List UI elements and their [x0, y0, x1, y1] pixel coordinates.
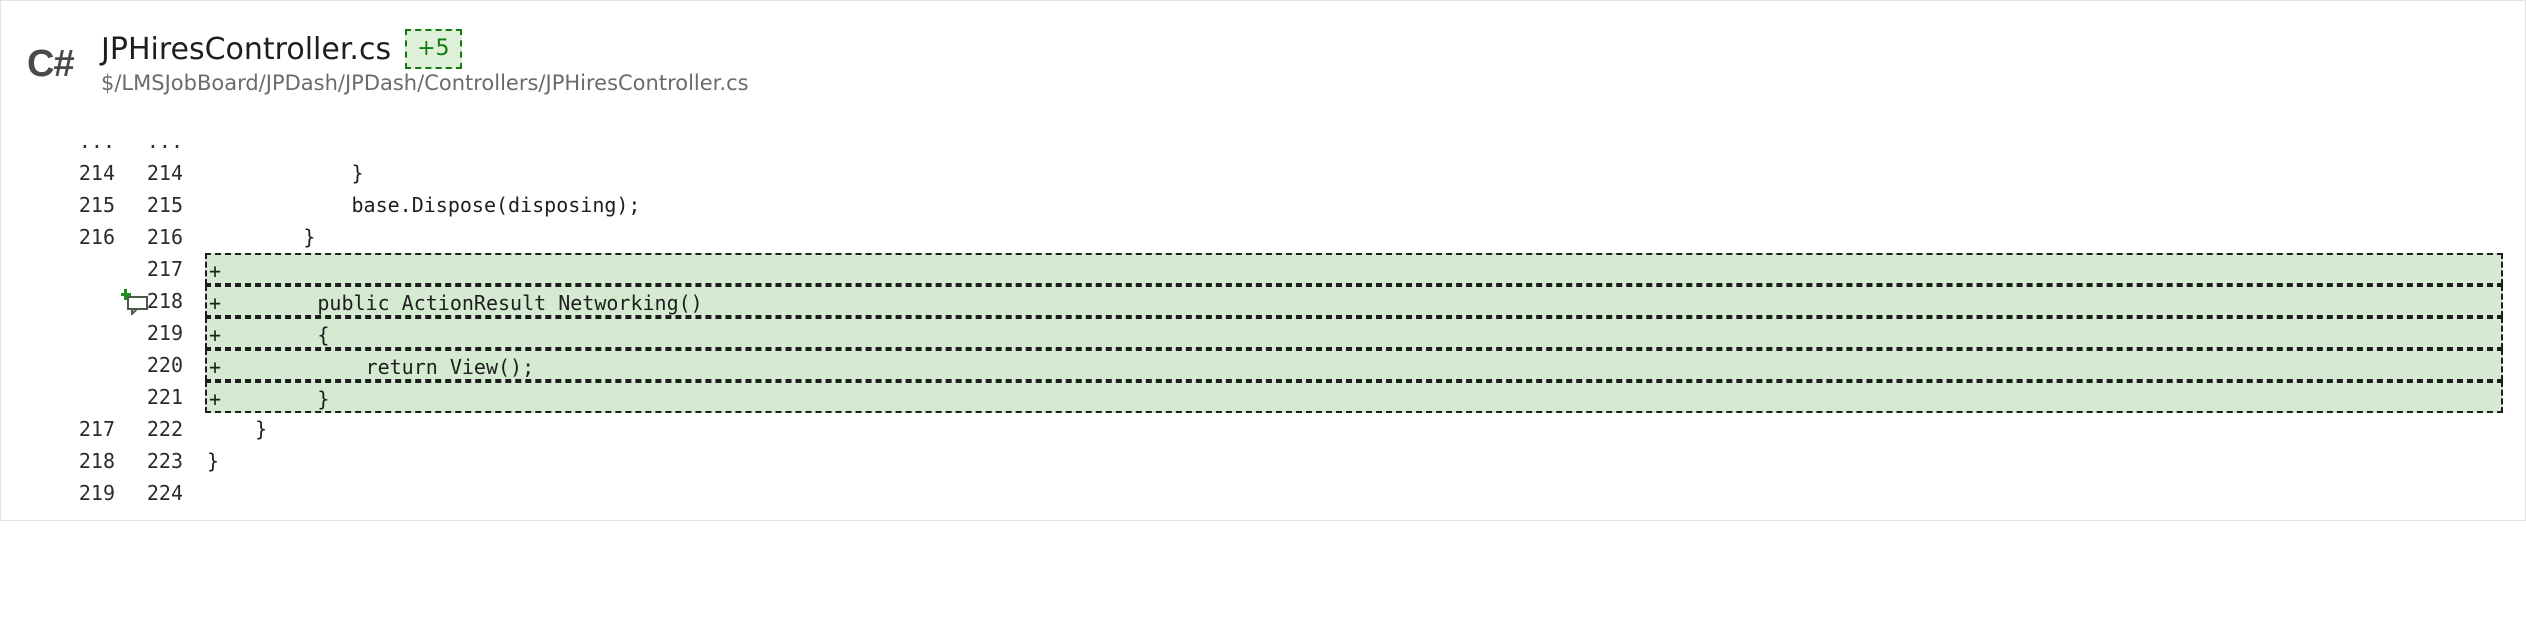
new-line-number: 219 [146, 321, 183, 345]
code-line: base.Dispose(disposing); [207, 193, 641, 217]
csharp-file-icon: C# [27, 43, 75, 85]
code-text: public ActionResult Networking() [221, 291, 703, 315]
new-line-number: ... [146, 129, 183, 153]
diff-row-added: 220 + return View(); [1, 349, 2526, 381]
diff-row-added: 218 + public ActionResult Networking() [1, 285, 2526, 317]
code-line: + [205, 253, 2503, 285]
old-line-number: 219 [78, 481, 115, 505]
diff-row: 218 223 } [1, 445, 2526, 477]
file-name[interactable]: JPHiresController.cs [101, 32, 391, 67]
code-line: + { [205, 317, 2503, 349]
old-line-number: 217 [78, 417, 115, 441]
diff-row: 219 224 [1, 477, 2526, 509]
diff-body: ... ... 214 214 } 215 215 base.Dispose(d… [1, 125, 2526, 509]
code-line: + } [205, 381, 2503, 413]
diff-row: 215 215 base.Dispose(disposing); [1, 189, 2526, 221]
diff-viewer: C# JPHiresController.cs +5 $/LMSJobBoard… [0, 0, 2526, 521]
added-marker: + [209, 291, 222, 315]
new-line-number: 216 [146, 225, 183, 249]
new-line-number: 217 [146, 257, 183, 281]
new-line-number: 215 [146, 193, 183, 217]
old-line-number: 214 [78, 161, 115, 185]
diff-row-added: 219 + { [1, 317, 2526, 349]
added-marker: + [209, 323, 222, 347]
new-line-number: 220 [146, 353, 183, 377]
old-line-number: ... [78, 129, 115, 153]
old-line-number: 216 [78, 225, 115, 249]
code-text: } [221, 387, 330, 411]
diff-row-added: 221 + } [1, 381, 2526, 413]
diff-row: 217 222 } [1, 413, 2526, 445]
code-line: + public ActionResult Networking() [205, 285, 2503, 317]
old-line-number: 215 [78, 193, 115, 217]
change-count-badge: +5 [405, 29, 462, 69]
added-marker: + [209, 387, 222, 411]
new-line-number: 224 [146, 481, 183, 505]
added-marker: + [209, 259, 222, 283]
diff-row: 214 214 } [1, 157, 2526, 189]
diff-row-ellipsis[interactable]: ... ... [1, 125, 2526, 157]
new-line-number: 221 [146, 385, 183, 409]
new-line-number: 222 [146, 417, 183, 441]
add-comment-icon[interactable] [25, 257, 149, 317]
diff-row-added: 217 + [1, 253, 2526, 317]
code-line: } [207, 417, 268, 441]
code-text: return View(); [221, 355, 535, 379]
code-line: } [207, 449, 220, 473]
new-line-number: 214 [146, 161, 183, 185]
added-marker: + [209, 355, 222, 379]
code-line: + return View(); [205, 349, 2503, 381]
new-line-number: 218 [146, 289, 183, 313]
title-row: JPHiresController.cs +5 [101, 29, 462, 69]
old-line-number: 218 [78, 449, 115, 473]
file-path: $/LMSJobBoard/JPDash/JPDash/Controllers/… [101, 71, 749, 95]
diff-row: 216 216 } [1, 221, 2526, 253]
code-line: } [207, 225, 316, 249]
code-line: } [207, 161, 364, 185]
new-line-number: 223 [146, 449, 183, 473]
code-text: { [221, 323, 330, 347]
